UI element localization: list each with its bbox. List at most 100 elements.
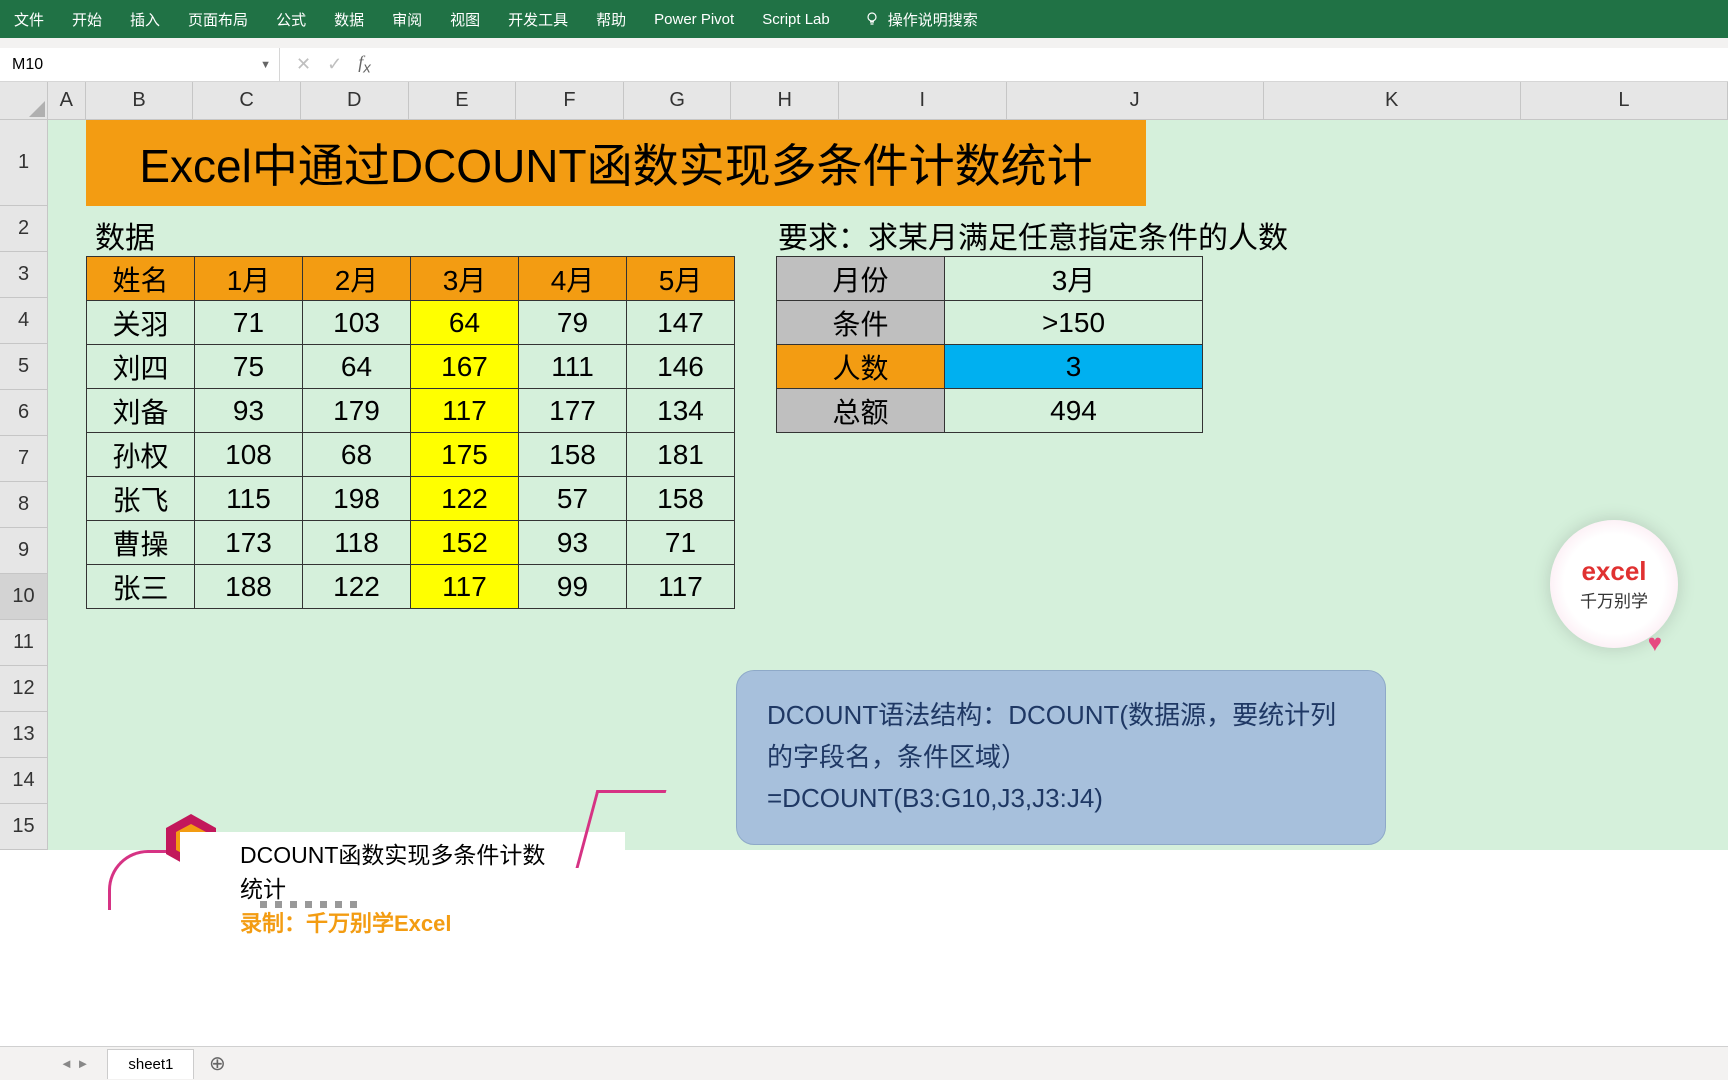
sheet-tab[interactable]: sheet1 [107, 1049, 194, 1079]
cell[interactable]: 188 [195, 565, 303, 609]
cell[interactable]: 刘四 [87, 345, 195, 389]
ribbon-tab-help[interactable]: 帮助 [596, 9, 626, 30]
col-header[interactable]: A [48, 82, 86, 119]
row-header[interactable]: 8 [0, 482, 48, 528]
col-header[interactable]: I [839, 82, 1006, 119]
col-header[interactable]: G [624, 82, 732, 119]
cell[interactable]: 198 [303, 477, 411, 521]
cell[interactable]: 147 [627, 301, 735, 345]
col-header[interactable]: L [1521, 82, 1728, 119]
cell[interactable]: 152 [411, 521, 519, 565]
select-all-corner[interactable] [0, 82, 48, 119]
row-header[interactable]: 7 [0, 436, 48, 482]
col-header[interactable]: D [301, 82, 409, 119]
criteria-key[interactable]: 总额 [777, 389, 945, 433]
tell-me[interactable]: 操作说明搜索 [864, 9, 978, 30]
cell[interactable]: 64 [303, 345, 411, 389]
col-header[interactable]: H [731, 82, 839, 119]
cell[interactable]: 122 [411, 477, 519, 521]
row-header[interactable]: 11 [0, 620, 48, 666]
cell[interactable]: 158 [627, 477, 735, 521]
criteria-value[interactable]: >150 [945, 301, 1203, 345]
cell[interactable]: 79 [519, 301, 627, 345]
ribbon-tab-layout[interactable]: 页面布局 [188, 9, 248, 30]
ribbon-tab-powerpivot[interactable]: Power Pivot [654, 11, 734, 28]
cell[interactable]: 张飞 [87, 477, 195, 521]
row-header[interactable]: 12 [0, 666, 48, 712]
cell[interactable]: 117 [411, 389, 519, 433]
th[interactable]: 4月 [519, 257, 627, 301]
cell[interactable]: 99 [519, 565, 627, 609]
cell[interactable]: 71 [627, 521, 735, 565]
criteria-value[interactable]: 494 [945, 389, 1203, 433]
col-header[interactable]: K [1264, 82, 1521, 119]
cell[interactable]: 181 [627, 433, 735, 477]
col-header[interactable]: C [193, 82, 301, 119]
cell[interactable]: 103 [303, 301, 411, 345]
row-header[interactable]: 5 [0, 344, 48, 390]
ribbon-tab-data[interactable]: 数据 [334, 9, 364, 30]
name-box[interactable]: M10 ▼ [0, 48, 280, 81]
criteria-value[interactable]: 3 [945, 345, 1203, 389]
cell[interactable]: 115 [195, 477, 303, 521]
cell[interactable]: 曹操 [87, 521, 195, 565]
cell[interactable]: 57 [519, 477, 627, 521]
th[interactable]: 3月 [411, 257, 519, 301]
row-header[interactable]: 10 [0, 574, 48, 620]
cell[interactable]: 146 [627, 345, 735, 389]
row-header[interactable]: 15 [0, 804, 48, 850]
th[interactable]: 姓名 [87, 257, 195, 301]
criteria-key[interactable]: 条件 [777, 301, 945, 345]
ribbon-tab-dev[interactable]: 开发工具 [508, 9, 568, 30]
cell[interactable]: 64 [411, 301, 519, 345]
cell[interactable]: 117 [411, 565, 519, 609]
cell[interactable]: 71 [195, 301, 303, 345]
col-header[interactable]: J [1007, 82, 1264, 119]
ribbon-tab-formula[interactable]: 公式 [276, 9, 306, 30]
cell[interactable]: 111 [519, 345, 627, 389]
ribbon-tab-view[interactable]: 视图 [450, 9, 480, 30]
cell[interactable]: 177 [519, 389, 627, 433]
row-header[interactable]: 6 [0, 390, 48, 436]
fx-icon[interactable]: fx [358, 52, 371, 77]
cell[interactable]: 93 [195, 389, 303, 433]
cell[interactable]: 167 [411, 345, 519, 389]
chevron-down-icon[interactable]: ▼ [260, 59, 271, 71]
row-header[interactable]: 1 [0, 120, 48, 206]
cell[interactable]: 张三 [87, 565, 195, 609]
col-header[interactable]: B [86, 82, 194, 119]
sheet-nav-arrows[interactable]: ◄ ► [60, 1056, 89, 1071]
row-header[interactable]: 4 [0, 298, 48, 344]
cell[interactable]: 175 [411, 433, 519, 477]
th[interactable]: 5月 [627, 257, 735, 301]
cells-area[interactable]: Excel中通过DCOUNT函数实现多条件计数统计 数据 要求：求某月满足任意指… [48, 120, 1728, 850]
ribbon-tab-home[interactable]: 开始 [72, 9, 102, 30]
cell[interactable]: 118 [303, 521, 411, 565]
row-header[interactable]: 3 [0, 252, 48, 298]
th[interactable]: 1月 [195, 257, 303, 301]
ribbon-tab-scriptlab[interactable]: Script Lab [762, 11, 830, 28]
ribbon-tab-file[interactable]: 文件 [14, 9, 44, 30]
cell[interactable]: 刘备 [87, 389, 195, 433]
criteria-key[interactable]: 月份 [777, 257, 945, 301]
add-sheet-button[interactable]: ⊕ [202, 1049, 232, 1079]
row-header[interactable]: 9 [0, 528, 48, 574]
cell[interactable]: 93 [519, 521, 627, 565]
cell[interactable]: 173 [195, 521, 303, 565]
criteria-key[interactable]: 人数 [777, 345, 945, 389]
ribbon-tab-insert[interactable]: 插入 [130, 9, 160, 30]
cell[interactable]: 108 [195, 433, 303, 477]
cell[interactable]: 179 [303, 389, 411, 433]
cell[interactable]: 孙权 [87, 433, 195, 477]
cell[interactable]: 117 [627, 565, 735, 609]
cell[interactable]: 75 [195, 345, 303, 389]
criteria-value[interactable]: 3月 [945, 257, 1203, 301]
col-header[interactable]: F [516, 82, 624, 119]
th[interactable]: 2月 [303, 257, 411, 301]
ribbon-tab-review[interactable]: 审阅 [392, 9, 422, 30]
cell[interactable]: 关羽 [87, 301, 195, 345]
cell[interactable]: 134 [627, 389, 735, 433]
cell[interactable]: 122 [303, 565, 411, 609]
cell[interactable]: 68 [303, 433, 411, 477]
row-header[interactable]: 13 [0, 712, 48, 758]
